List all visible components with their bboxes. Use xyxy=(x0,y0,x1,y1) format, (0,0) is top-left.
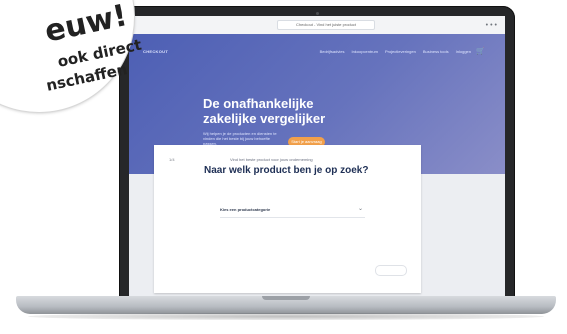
camera-icon xyxy=(316,12,319,15)
next-button[interactable] xyxy=(375,265,407,276)
step-indicator: 1/4 xyxy=(169,157,175,162)
nav-item-business-tools[interactable]: Business tools xyxy=(423,49,449,54)
laptop-shadow xyxy=(28,313,544,320)
laptop-screen: Checkout - Vind het juiste product ••• C… xyxy=(129,16,505,296)
site-nav: CHECKOUT Bedrijfsadvies Inkoopcentrum Pr… xyxy=(143,48,489,58)
address-bar[interactable]: Checkout - Vind het juiste product xyxy=(277,20,375,30)
browser-menu-icon[interactable]: ••• xyxy=(486,22,499,29)
form-eyebrow: Vind het beste product voor jouw onderne… xyxy=(230,157,313,162)
laptop-base xyxy=(16,296,556,314)
product-finder-card: 1/4 Vind het beste product voor jouw ond… xyxy=(154,145,421,293)
hero-headline: De onafhankelijke zakelijke vergelijker xyxy=(203,96,326,126)
form-question: Naar welk product ben je op zoek? xyxy=(204,165,369,176)
select-placeholder: Kies een productcategorie xyxy=(220,207,271,212)
laptop-notch xyxy=(262,296,310,300)
site-brand[interactable]: CHECKOUT xyxy=(143,49,168,54)
hero-subcopy: Wij helpen je de producten en diensten t… xyxy=(203,131,277,146)
nav-links: Bedrijfsadvies Inkoopcentrum Projectleve… xyxy=(320,49,471,54)
chevron-down-icon: ⌄ xyxy=(357,206,363,212)
nav-item-projectleveringen[interactable]: Projectleveringen xyxy=(385,49,416,54)
nav-item-inloggen[interactable]: Inloggen xyxy=(456,49,471,54)
promo-badge-line-2: nschaffen xyxy=(44,60,129,95)
product-category-select[interactable]: Kies een productcategorie ⌄ xyxy=(220,203,365,218)
nav-item-inkoopcentrum[interactable]: Inkoopcentrum xyxy=(351,49,377,54)
browser-toolbar: Checkout - Vind het juiste product ••• xyxy=(129,16,505,35)
nav-item-bedrijfsadvies[interactable]: Bedrijfsadvies xyxy=(320,49,345,54)
cart-icon[interactable]: 🛒 xyxy=(476,47,485,55)
